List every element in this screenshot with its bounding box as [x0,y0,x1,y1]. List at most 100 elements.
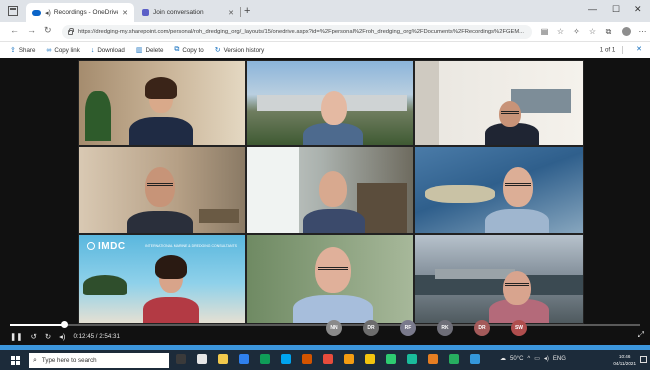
imdc-ring-icon [87,242,95,250]
tab-recordings-onedrive[interactable]: ◂) Recordings - OneDrive ✕ [26,3,134,22]
tile-man-glasses-brown-room [78,146,246,234]
participant-hair [155,255,187,279]
participant-face [319,171,347,207]
tile-man-port-aerial [414,234,584,324]
window-menu-icon[interactable] [8,6,18,16]
tab-join-conversation[interactable]: Join conversation ✕ [136,3,240,22]
taskbar-app-icon[interactable] [176,354,186,364]
taskbar-clock[interactable]: 10:46 04/11/2021 [613,353,636,367]
weather-temp[interactable]: 50°C [510,356,523,362]
browser-tab-strip: ◂) Recordings - OneDrive ✕ Join conversa… [0,0,650,22]
weather-icon[interactable]: ☁ [500,355,506,362]
participant-avatar[interactable]: DR [474,320,490,336]
collections-icon[interactable]: ⧉ [604,27,613,36]
copy-link-button[interactable]: ∞ Copy link [46,47,79,54]
participant-avatar[interactable]: DR [363,320,379,336]
wall-panel [415,61,439,145]
close-tab-icon[interactable]: ✕ [122,9,128,17]
participant-avatars: NN DR RF RK DR SW [326,320,548,336]
minimize-button[interactable]: — [588,4,597,14]
tile-man-glasses-office [414,60,584,146]
glasses [505,183,531,186]
speaker-icon[interactable]: ◂) [45,9,51,17]
extensions-icon[interactable]: ✧ [572,27,581,36]
version-history-label: Version history [223,46,265,54]
rewind-10-icon[interactable]: ↺ [31,332,37,341]
taskbar-app-icon[interactable] [323,354,333,364]
profile-avatar[interactable] [622,27,631,36]
windows-taskbar: ⌕ Type here to search ☁ 50°C ^ ▭ ◂) ENG … [0,345,650,370]
download-button[interactable]: ↓ Download [91,47,125,54]
more-menu-icon[interactable]: ⋯ [638,27,647,36]
tray-chevron-icon[interactable]: ^ [527,356,530,362]
taskbar-app-icon[interactable] [407,354,417,364]
new-tab-button[interactable]: + [244,5,250,17]
delete-label: Delete [145,46,164,54]
onedrive-icon [32,9,41,16]
refresh-icon[interactable]: ↻ [44,25,52,36]
island [425,185,495,203]
taskbar-app-icon[interactable] [449,354,459,364]
taskbar-app-icon[interactable] [428,354,438,364]
link-icon: ∞ [46,46,52,54]
search-icon: ⌕ [33,356,37,364]
taskbar-app-icon[interactable] [302,354,312,364]
copy-icon: ⧉ [174,46,180,53]
tile-man-hand-chin [246,146,414,234]
volume-tray-icon[interactable]: ◂) [544,355,549,362]
plant [85,91,111,141]
version-history-button[interactable]: ↻ Version history [214,46,265,55]
taskbar-app-icon[interactable] [470,354,480,364]
favorites-star-icon[interactable]: ☆ [556,27,565,36]
copy-to-button[interactable]: ⧉ Copy to [174,46,203,54]
taskbar-app-icon[interactable] [260,354,270,364]
windows-start-icon[interactable] [11,356,20,365]
reader-view-icon[interactable]: ▤ [540,27,549,36]
forward-10-icon[interactable]: ↻ [45,332,51,341]
playback-time: 0:12:45 / 2:54:31 [73,332,120,340]
participant-hair [145,77,177,99]
window [247,147,299,233]
favorites-bar-icon[interactable]: ☆ [588,27,597,36]
participant-avatar[interactable]: RF [400,320,416,336]
close-tab-icon[interactable]: ✕ [228,9,234,17]
url-field[interactable]: https://dredging-my.sharepoint.com/perso… [62,25,532,39]
seek-handle[interactable] [60,321,68,328]
taskbar-app-icon[interactable] [218,354,228,364]
tab-separator [240,7,241,17]
taskbar-app-icon[interactable] [386,354,396,364]
trash-icon: ▥ [135,47,143,54]
language-indicator[interactable]: ENG [553,356,566,362]
history-icon: ↻ [214,47,221,54]
forward-arrow-icon[interactable]: → [27,25,36,35]
participant-body [129,117,193,145]
participant-face [315,247,351,293]
pause-icon[interactable]: ❚❚ [10,332,23,341]
taskbar-app-icon[interactable] [281,354,291,364]
taskbar-app-icon[interactable] [365,354,375,364]
participant-avatar[interactable]: SW [511,320,527,336]
search-placeholder: Type here to search [41,357,97,364]
share-label: Share [18,46,36,54]
fullscreen-icon[interactable]: ⤢ [638,330,644,340]
taskbar-app-icon[interactable] [344,354,354,364]
glasses [501,111,519,114]
maximize-button[interactable]: ☐ [612,4,620,15]
taskbar-app-icon[interactable] [197,354,207,364]
quay [435,269,515,279]
video-player[interactable]: IMDC INTERNATIONAL MARINE & DREDGING CON… [0,58,650,345]
pager-text: 1 of 1 [599,46,616,54]
participant-avatar[interactable]: NN [326,320,342,336]
participant-avatar[interactable]: RK [437,320,453,336]
close-viewer-icon[interactable]: ✕ [636,45,642,53]
imdc-logo-text: IMDC [98,241,126,252]
taskbar-app-icon[interactable] [239,354,249,364]
back-arrow-icon[interactable]: ← [10,25,19,35]
taskbar-search-box[interactable]: ⌕ Type here to search [29,353,169,368]
notifications-icon[interactable] [640,356,647,363]
delete-button[interactable]: ▥ Delete [135,46,164,55]
share-button[interactable]: ⇪ Share [10,46,36,55]
network-icon[interactable]: ▭ [534,355,540,362]
close-window-button[interactable]: ✕ [634,4,642,15]
volume-icon[interactable]: ◂) [59,332,65,341]
